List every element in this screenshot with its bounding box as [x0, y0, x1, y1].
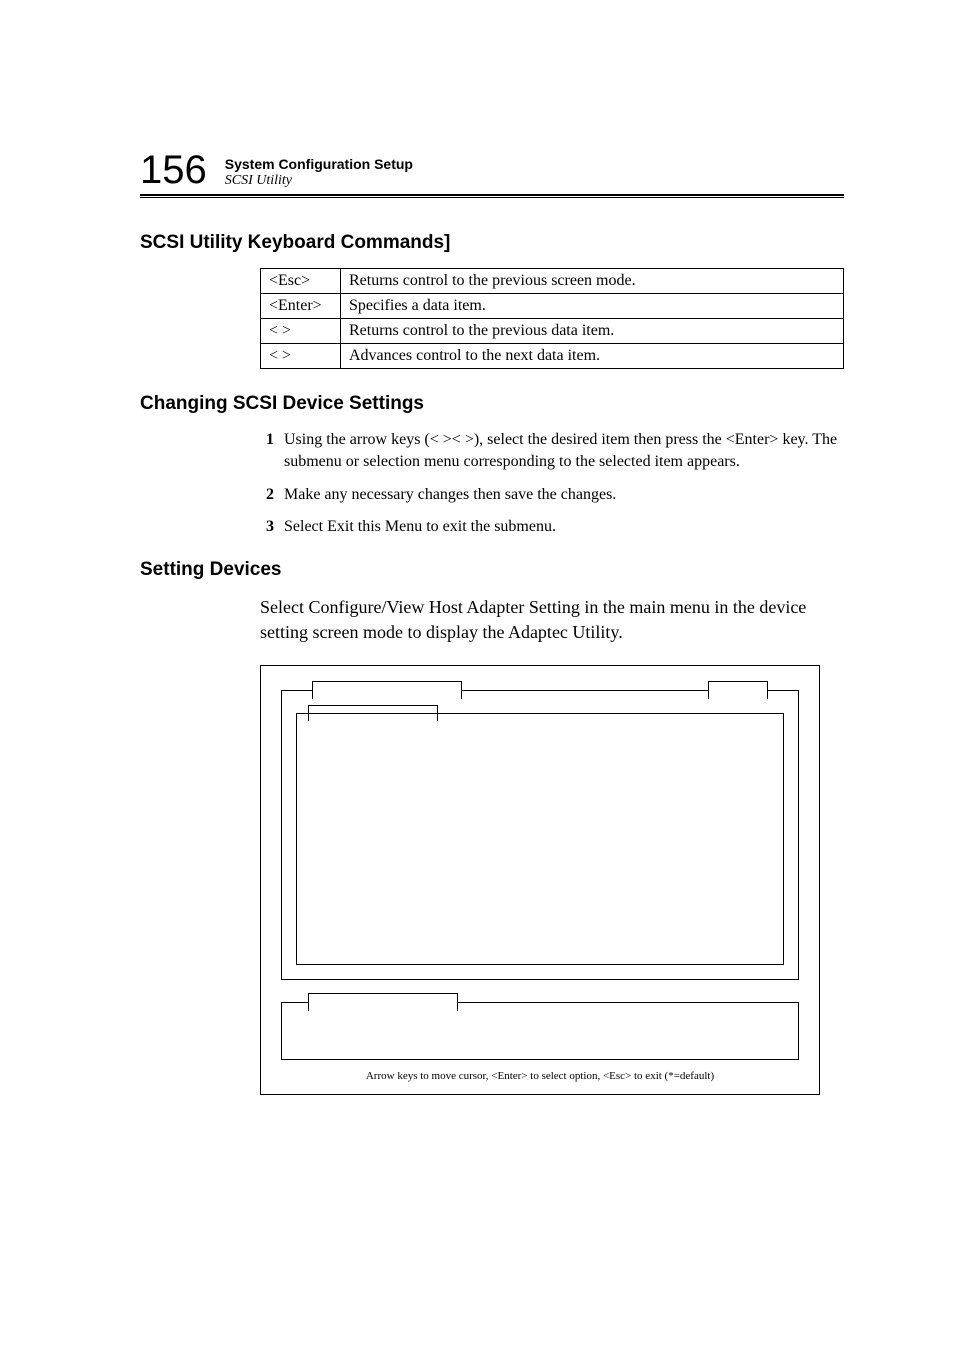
desc-cell: Returns control to the previous data ite… [341, 319, 844, 344]
table-row: <Enter> Specifies a data item. [261, 294, 844, 319]
step-number: 2 [260, 484, 274, 506]
desc-cell: Specifies a data item. [341, 294, 844, 319]
diagram-inner-panel-1 [281, 690, 799, 980]
diagram-inner-box [296, 713, 784, 965]
table-row: < > Returns control to the previous data… [261, 319, 844, 344]
step-text: Select Exit this Menu to exit the submen… [284, 516, 556, 538]
diagram-tab [312, 681, 462, 699]
step-number: 1 [260, 429, 274, 474]
list-item: 2 Make any necessary changes then save th… [260, 484, 844, 506]
header-divider [140, 194, 844, 198]
setting-devices-body: Select Configure/View Host Adapter Setti… [140, 595, 844, 645]
steps-list: 1Using the arrow keys (< >< >), select t… [260, 429, 844, 539]
step-text: Using the arrow keys (< >< >), select th… [284, 429, 844, 474]
page-header: 156 System Configuration Setup SCSI Util… [140, 150, 844, 190]
steps-block: 1Using the arrow keys (< >< >), select t… [140, 429, 844, 539]
diagram-inner-panel-2 [281, 1002, 799, 1060]
header-subtitle: SCSI Utility [225, 173, 413, 190]
list-item: 3 Select Exit this Menu to exit the subme… [260, 516, 844, 538]
key-cell: <Esc> [261, 269, 341, 294]
step-number: 3 [260, 516, 274, 538]
key-cell: < > [261, 344, 341, 369]
desc-cell: Advances control to the next data item. [341, 344, 844, 369]
table-row: < > Advances control to the next data it… [261, 344, 844, 369]
page-number: 156 [140, 150, 207, 190]
desc-cell: Returns control to the previous screen m… [341, 269, 844, 294]
keyboard-commands-table-wrap: <Esc> Returns control to the previous sc… [140, 268, 844, 369]
step-text: Make any necessary changes then save the… [284, 484, 616, 506]
header-text-block: System Configuration Setup SCSI Utility [225, 156, 413, 190]
key-cell: < > [261, 319, 341, 344]
diagram-caption: Arrow keys to move cursor, <Enter> to se… [281, 1070, 799, 1082]
section-heading-changing-settings: Changing SCSI Device Settings [140, 393, 844, 415]
section-heading-setting-devices: Setting Devices [140, 559, 844, 581]
key-cell: <Enter> [261, 294, 341, 319]
adaptec-utility-diagram: Arrow keys to move cursor, <Enter> to se… [260, 665, 820, 1095]
diagram-tab [708, 681, 768, 699]
table-row: <Esc> Returns control to the previous sc… [261, 269, 844, 294]
header-title: System Configuration Setup [225, 156, 413, 173]
list-item: 1Using the arrow keys (< >< >), select t… [260, 429, 844, 474]
keyboard-commands-table: <Esc> Returns control to the previous sc… [260, 268, 844, 369]
setting-devices-paragraph: Select Configure/View Host Adapter Setti… [260, 595, 844, 645]
diagram-tab [308, 993, 458, 1011]
section-heading-scsi-keyboard: SCSI Utility Keyboard Commands] [140, 232, 844, 254]
